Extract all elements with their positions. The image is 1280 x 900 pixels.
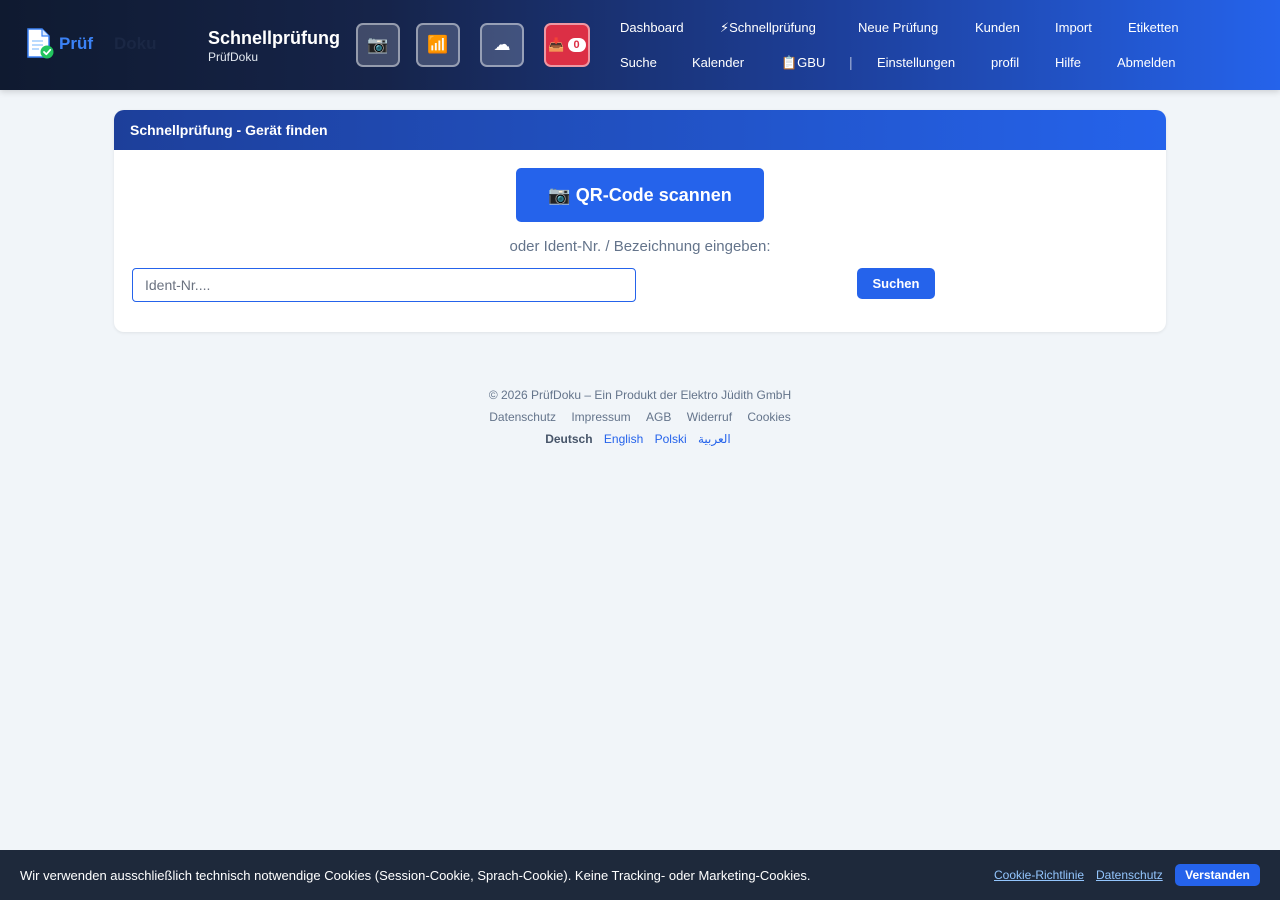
logo-text-part2: Doku [114, 34, 157, 53]
logo-text-part1: Prüf [59, 34, 93, 53]
nav-schnellpruefung[interactable]: ⚡Schnellprüfung [720, 20, 816, 36]
cookie-notice-text: Wir verwenden ausschließlich technisch n… [20, 867, 811, 883]
language-polski[interactable]: Polski [655, 432, 687, 446]
cookie-privacy-link[interactable]: Datenschutz [1096, 868, 1163, 882]
nav-profil[interactable]: profil [991, 55, 1019, 71]
camera-button[interactable]: 📷 [356, 23, 400, 67]
queue-count-badge: 0 [567, 38, 586, 52]
footer-link-agb[interactable]: AGB [646, 410, 671, 424]
footer-link-cookies[interactable]: Cookies [747, 410, 790, 424]
page-footer: © 2026 PrüfDoku – Ein Produkt der Elektr… [0, 388, 1280, 446]
cookie-banner: Wir verwenden ausschließlich technisch n… [0, 850, 1280, 900]
footer-link-widerruf[interactable]: Widerruf [687, 410, 732, 424]
nav-import[interactable]: Import [1055, 20, 1092, 36]
nav-etiketten[interactable]: Etiketten [1128, 20, 1179, 36]
ident-search-input[interactable] [132, 268, 636, 302]
cookie-accept-button[interactable]: Verstanden [1175, 864, 1260, 886]
top-header: Prüf Doku Schnellprüfung PrüfDoku 📷 📶 ☁ 📥… [0, 0, 1280, 90]
language-english[interactable]: English [604, 432, 643, 446]
nav-kunden[interactable]: Kunden [975, 20, 1020, 36]
nav-gbu[interactable]: 📋GBU [781, 55, 825, 71]
nav-abmelden[interactable]: Abmelden [1117, 55, 1176, 71]
nav-suche[interactable]: Suche [620, 55, 657, 71]
footer-links: Datenschutz Impressum AGB Widerruf Cooki… [0, 410, 1280, 424]
connection-status-button[interactable]: 📶 [416, 23, 460, 67]
nav-dashboard[interactable]: Dashboard [620, 20, 684, 36]
cookie-policy-link[interactable]: Cookie-Richtlinie [994, 868, 1084, 882]
inbox-icon: 📥 [548, 37, 565, 52]
footer-link-impressum[interactable]: Impressum [571, 410, 630, 424]
quick-check-card: Schnellprüfung - Gerät finden 📷 QR-Code … [114, 110, 1166, 332]
nav-hilfe[interactable]: Hilfe [1055, 55, 1081, 71]
signal-icon: 📶 [427, 35, 449, 54]
language-arabic[interactable]: العربية [698, 432, 731, 446]
camera-icon: 📷 [367, 35, 389, 54]
offline-queue-button[interactable]: 📥 0 [544, 23, 590, 67]
search-hint: oder Ident-Nr. / Bezeichnung eingeben: [509, 238, 771, 255]
footer-link-datenschutz[interactable]: Datenschutz [489, 410, 556, 424]
nav-einstellungen[interactable]: Einstellungen [877, 55, 955, 71]
page-title-block: Schnellprüfung PrüfDoku [208, 28, 340, 64]
nav-neue-pruefung[interactable]: Neue Prüfung [858, 20, 938, 36]
nav-separator: | [849, 54, 853, 70]
search-button[interactable]: Suchen [857, 268, 935, 299]
app-logo[interactable]: Prüf Doku [26, 28, 157, 60]
cloud-sync-button[interactable]: ☁ [480, 23, 524, 67]
page-subtitle: PrüfDoku [208, 50, 259, 64]
document-check-icon [26, 28, 54, 60]
cloud-icon: ☁ [493, 35, 511, 54]
nav-kalender[interactable]: Kalender [692, 55, 744, 71]
qr-scan-button[interactable]: 📷 QR-Code scannen [516, 168, 764, 222]
page-title: Schnellprüfung [208, 28, 340, 48]
current-language: Deutsch [545, 432, 593, 446]
copyright-text: © 2026 PrüfDoku – Ein Produkt der Elektr… [488, 388, 792, 402]
language-switcher: Deutsch English Polski العربية [0, 432, 1280, 446]
card-title: Schnellprüfung - Gerät finden [114, 110, 1166, 150]
